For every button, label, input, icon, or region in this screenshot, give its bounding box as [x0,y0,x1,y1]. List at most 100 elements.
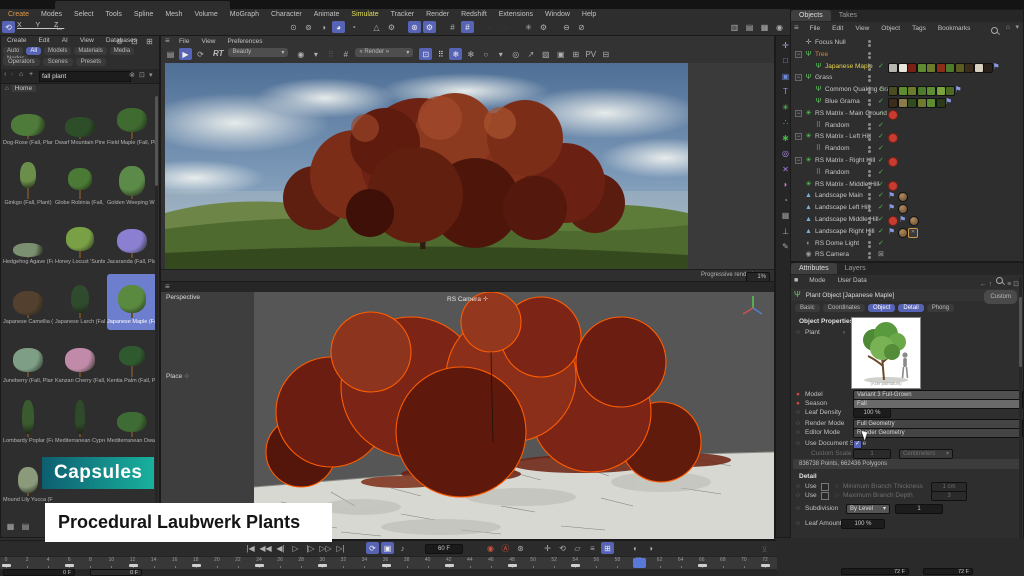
plant-asset-tile[interactable]: Honey Locust 'Sunbur... [55,214,105,270]
rec-position-icon[interactable]: ✛ [541,542,554,554]
attr-tab-detail[interactable]: Detail [898,304,923,312]
mode-icon[interactable]: ■ [791,277,801,284]
asset-menu-view[interactable]: View [74,36,100,46]
menu-volume[interactable]: Volume [188,9,223,20]
texture-swatch[interactable] [907,63,917,73]
objects-menu-edit[interactable]: Edit [826,23,849,35]
menu-create[interactable]: Create [2,9,35,20]
flag-tag-icon[interactable]: ⚑ [993,61,1000,73]
menu-character[interactable]: Character [265,9,308,20]
cloth-grid-icon[interactable]: # [446,21,459,33]
asset-menu-create[interactable]: Create [1,36,33,46]
attr-tab-phong[interactable]: Phong [927,304,954,312]
visibility-dots[interactable] [868,240,872,249]
next-frame-icon[interactable]: |▷ [304,542,317,554]
object-row-landscape-main[interactable]: ▲Landscape Main✓⚑ [791,190,1023,202]
subtract-icon[interactable]: ⊖ [560,21,573,33]
search-options-icon[interactable]: ▾ [149,71,153,79]
visibility-dots[interactable] [868,145,872,154]
autokey-icon[interactable]: ⊞ [601,542,614,554]
render-settings-icon[interactable]: ▤ [743,21,756,33]
autokey-circle-icon[interactable]: Ⓐ [499,542,512,554]
object-row-rs-dome-light[interactable]: ◐RS Dome Light✓ [791,238,1023,250]
subdivision-mode-dropdown[interactable]: By Level ▾ [846,504,890,514]
plant-asset-tile[interactable]: Japanese Maple (Fall, ... [107,274,155,330]
axis-tool-icon[interactable]: ∟ [53,21,66,33]
dynamics-c-icon[interactable]: ◑ [317,21,330,33]
visibility-dots[interactable] [868,216,872,225]
dither-icon[interactable]: ⠿ [434,48,447,60]
add-icon[interactable]: + [29,71,33,78]
objects-menu-file[interactable]: File [804,23,826,35]
leaf-density-field[interactable]: 100 % [853,408,891,418]
attributes-tab-layers[interactable]: Layers [837,263,874,274]
asset-tab-materials[interactable]: Materials [74,47,106,55]
enabled-check-icon[interactable]: ✓ [878,216,884,224]
visibility-dots[interactable] [868,86,872,95]
history-back-icon[interactable]: ← [980,281,987,288]
render-queue-icon[interactable]: ▦ [758,21,771,33]
object-row-rs-matrix-main-ground[interactable]: −✳RS Matrix - Main Ground✓ [791,108,1023,120]
visibility-dots[interactable] [868,169,872,178]
texture-swatch[interactable] [898,63,908,73]
enabled-check-icon[interactable]: ✓ [878,204,884,212]
attr-tab-coordinates[interactable]: Coordinates [823,304,865,312]
object-row-tree[interactable]: −ΨTree [791,49,1023,61]
region-caret-icon[interactable]: ▾ [494,48,507,60]
objects-menu-view[interactable]: View [849,23,875,35]
asset-menu-ai[interactable]: AI [56,36,74,46]
texture-swatch[interactable] [936,98,946,108]
balloon-gear-icon[interactable]: ⚙ [423,21,436,33]
enabled-check-icon[interactable]: ✓ [878,192,884,200]
texture-swatch[interactable] [964,63,974,73]
menu-window[interactable]: Window [539,9,576,20]
disabled-a-icon[interactable]: ◌ [484,21,497,33]
search-icon[interactable] [996,277,1003,284]
home-icon[interactable]: ⌂ [1006,22,1010,34]
asset-subtab-scenes[interactable]: Scenes [43,58,73,66]
flag-tag-icon[interactable]: ⚑ [955,84,962,96]
panel-menu-icon[interactable]: ≡ [165,36,170,45]
key-range-icon[interactable]: ⊻ [758,543,771,555]
flag-tag-icon[interactable]: ⚑ [945,96,952,108]
plant-asset-tile[interactable]: Ginkgo (Fall, Plant) [3,155,53,211]
focus-icon[interactable]: ◎ [509,48,522,60]
snapshot-icon[interactable]: ▤ [164,48,177,60]
dock-icon[interactable]: ⊡ [128,35,141,47]
asset-menu-edit[interactable]: Edit [33,36,56,46]
texture-swatch[interactable] [983,63,993,73]
panel-menu-icon[interactable]: ≡ [791,23,802,32]
attributes-scrollbar[interactable] [1019,277,1022,567]
rv-menu-file[interactable]: File [173,36,195,47]
plant-asset-tile[interactable]: Dog-Rose (Fall, Plant) [3,95,53,151]
plant-asset-tile[interactable]: Jacaranda (Fall, Plant) [107,214,155,270]
plant-asset-tile[interactable]: Juneberry (Fall, Plant) [3,333,53,389]
snapshot-snap-icon[interactable]: ❄ [449,48,462,60]
range-end-field-2[interactable]: 72 F [923,568,973,575]
history-up-icon[interactable]: ↑ [989,281,993,288]
plant-asset-tile[interactable]: Kanzan Cherry (Fall, Pl... [55,333,105,389]
menu-tools[interactable]: Tools [100,9,128,20]
enabled-check-icon[interactable]: ✓ [878,145,884,153]
visibility-dots[interactable] [868,51,872,60]
filter-icon[interactable]: ▾ [1015,22,1019,34]
texture-swatch[interactable] [898,98,908,108]
material-tag[interactable] [898,228,908,238]
pv-icon[interactable]: PV [584,48,597,60]
asset-tab-all[interactable]: All [26,47,41,55]
enabled-check-icon[interactable]: ✓ [878,228,884,236]
object-row-rs-matrix-left-hill[interactable]: −✳RS Matrix - Left Hill✓ [791,131,1023,143]
menu-spline[interactable]: Spline [128,9,159,20]
texture-swatch[interactable] [888,86,898,96]
prev-key-icon[interactable]: ◀◀ [259,542,272,554]
object-row-landscape-right-hill[interactable]: ▲Landscape Right Hill✓⚑✕ [791,226,1023,238]
playhead[interactable] [633,558,646,568]
sound-icon[interactable]: ♪ [396,542,409,554]
visibility-dots[interactable] [868,204,872,213]
plant-asset-tile[interactable]: Japanese Larch (Fall, Pl... [55,274,105,330]
filter-icon[interactable]: ≡ [1007,281,1011,288]
range-start-field[interactable]: 0 F [3,569,75,576]
menu-select[interactable]: Select [68,9,99,20]
solo-off-icon[interactable]: ◐ [629,542,642,554]
go-start-icon[interactable]: |◀ [244,542,257,554]
